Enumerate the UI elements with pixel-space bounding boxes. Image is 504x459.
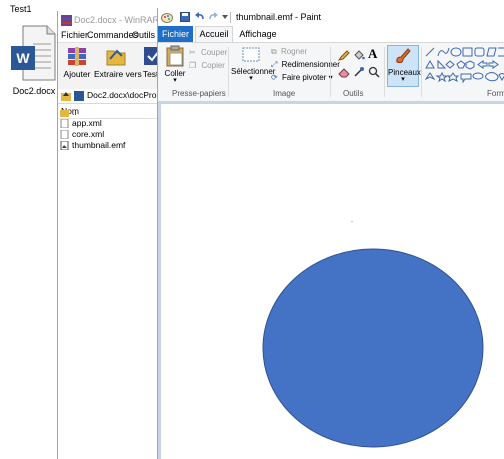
eraser-icon[interactable] — [338, 66, 350, 78]
list-item-thumbnail-emf[interactable]: thumbnail.emf — [58, 140, 168, 151]
ribbon-divider — [421, 47, 422, 97]
ribbon-divider — [228, 47, 229, 97]
tab-fichier[interactable]: Fichier — [158, 26, 193, 42]
extract-to-button[interactable]: Extraire vers — [94, 45, 142, 79]
xml-file-icon — [60, 130, 69, 139]
add-label: Ajouter — [63, 69, 91, 79]
archive-books-icon — [66, 45, 88, 67]
ribbon-divider — [330, 47, 331, 97]
paint-app-icon — [161, 13, 173, 23]
ribbon-divider — [384, 47, 385, 97]
xml-file-icon — [60, 119, 69, 128]
word-file-icon — [74, 91, 84, 101]
add-button[interactable]: Ajouter — [63, 45, 91, 79]
winrar-window: Doc2.docx - WinRAR (Ver Fichier Commande… — [57, 11, 178, 459]
pencil-icon[interactable] — [338, 49, 350, 61]
ribbon: Coller ▾ ✂ Couper ❐ Copier Presse-papier… — [158, 42, 504, 102]
menu-commandes[interactable]: Commandes — [87, 30, 138, 40]
undo-icon[interactable] — [195, 12, 205, 22]
select-button[interactable]: Sélectionner ▾ — [231, 45, 275, 82]
list-item-app-xml[interactable]: app.xml — [58, 118, 168, 129]
path-bar[interactable]: Doc2.docx\docProps — [58, 89, 168, 104]
parent-folder-icon — [60, 110, 69, 117]
drawing-canvas[interactable] — [161, 104, 504, 459]
group-label-shapes: Forme — [487, 89, 504, 98]
list-item-parent[interactable]: .. — [58, 107, 168, 118]
canvas-workspace — [158, 101, 504, 459]
brushes-button[interactable]: Pinceaux ▾ — [387, 45, 421, 87]
svg-text:W: W — [16, 50, 30, 66]
group-label-clipboard: Presse-papiers — [172, 89, 226, 98]
magnifier-icon[interactable] — [368, 66, 380, 78]
crop-button[interactable]: ⧉ Rogner — [271, 47, 307, 57]
winrar-app-icon — [61, 15, 72, 26]
chevron-down-icon[interactable] — [222, 14, 228, 20]
copy-icon: ❐ — [189, 61, 197, 70]
menu-fichier[interactable]: Fichier — [61, 30, 88, 40]
title-divider — [230, 12, 231, 23]
extract-to-label: Extraire vers — [94, 69, 142, 79]
folder-title: Test1 — [10, 4, 32, 14]
scissors-icon: ✂ — [189, 48, 196, 57]
up-folder-icon[interactable] — [61, 91, 71, 101]
cut-button[interactable]: ✂ Couper — [189, 48, 227, 57]
archive-path: Doc2.docx\docProps — [87, 90, 166, 100]
tab-accueil[interactable]: Accueil — [195, 26, 233, 43]
clipboard-icon — [166, 45, 184, 67]
shapes-gallery[interactable] — [425, 47, 504, 87]
paste-button[interactable]: Coller ▾ — [164, 45, 186, 84]
rotate-button[interactable]: ⟳ Faire pivoter ▾ — [271, 73, 333, 82]
word-document-icon[interactable]: W — [9, 24, 57, 82]
color-picker-icon[interactable] — [353, 66, 365, 78]
image-file-icon — [60, 141, 69, 150]
list-item-core-xml[interactable]: core.xml — [58, 129, 168, 140]
text-tool-icon[interactable]: A — [368, 46, 377, 62]
crop-icon: ⧉ — [271, 47, 277, 56]
resize-icon: ⤢ — [271, 60, 278, 69]
group-label-tools: Outils — [343, 89, 364, 98]
menu-outils[interactable]: Outils — [132, 30, 155, 40]
chevron-down-icon: ▾ — [173, 77, 177, 84]
chevron-down-icon: ▾ — [401, 76, 405, 83]
file-label[interactable]: Doc2.docx — [8, 86, 60, 96]
window-title: thumbnail.emf - Paint — [236, 12, 322, 22]
redo-icon[interactable] — [208, 12, 218, 22]
brush-icon — [396, 48, 411, 64]
canvas-speck — [351, 221, 353, 222]
blue-ellipse-shape[interactable] — [261, 247, 485, 449]
save-icon[interactable] — [180, 12, 190, 22]
fill-bucket-icon[interactable] — [353, 49, 365, 61]
paint-titlebar[interactable]: thumbnail.emf - Paint — [158, 8, 504, 26]
ribbon-tabs: Fichier Accueil Affichage — [158, 26, 504, 43]
tab-affichage[interactable]: Affichage — [238, 26, 278, 42]
selection-rectangle-icon — [242, 47, 260, 62]
chevron-down-icon: ▾ — [249, 75, 253, 82]
group-label-image: Image — [273, 89, 296, 98]
rotate-icon: ⟳ — [271, 73, 278, 82]
menu-bar: Fichier Commandes Outils — [58, 29, 168, 42]
copy-button[interactable]: ❐ Copier — [189, 61, 225, 70]
toolbar: Ajouter Extraire vers Teste — [58, 42, 168, 89]
extract-folder-icon — [105, 45, 127, 67]
paint-window: thumbnail.emf - Paint Fichier Accueil Af… — [157, 8, 504, 459]
winrar-titlebar[interactable]: Doc2.docx - WinRAR (Ver — [58, 11, 178, 29]
